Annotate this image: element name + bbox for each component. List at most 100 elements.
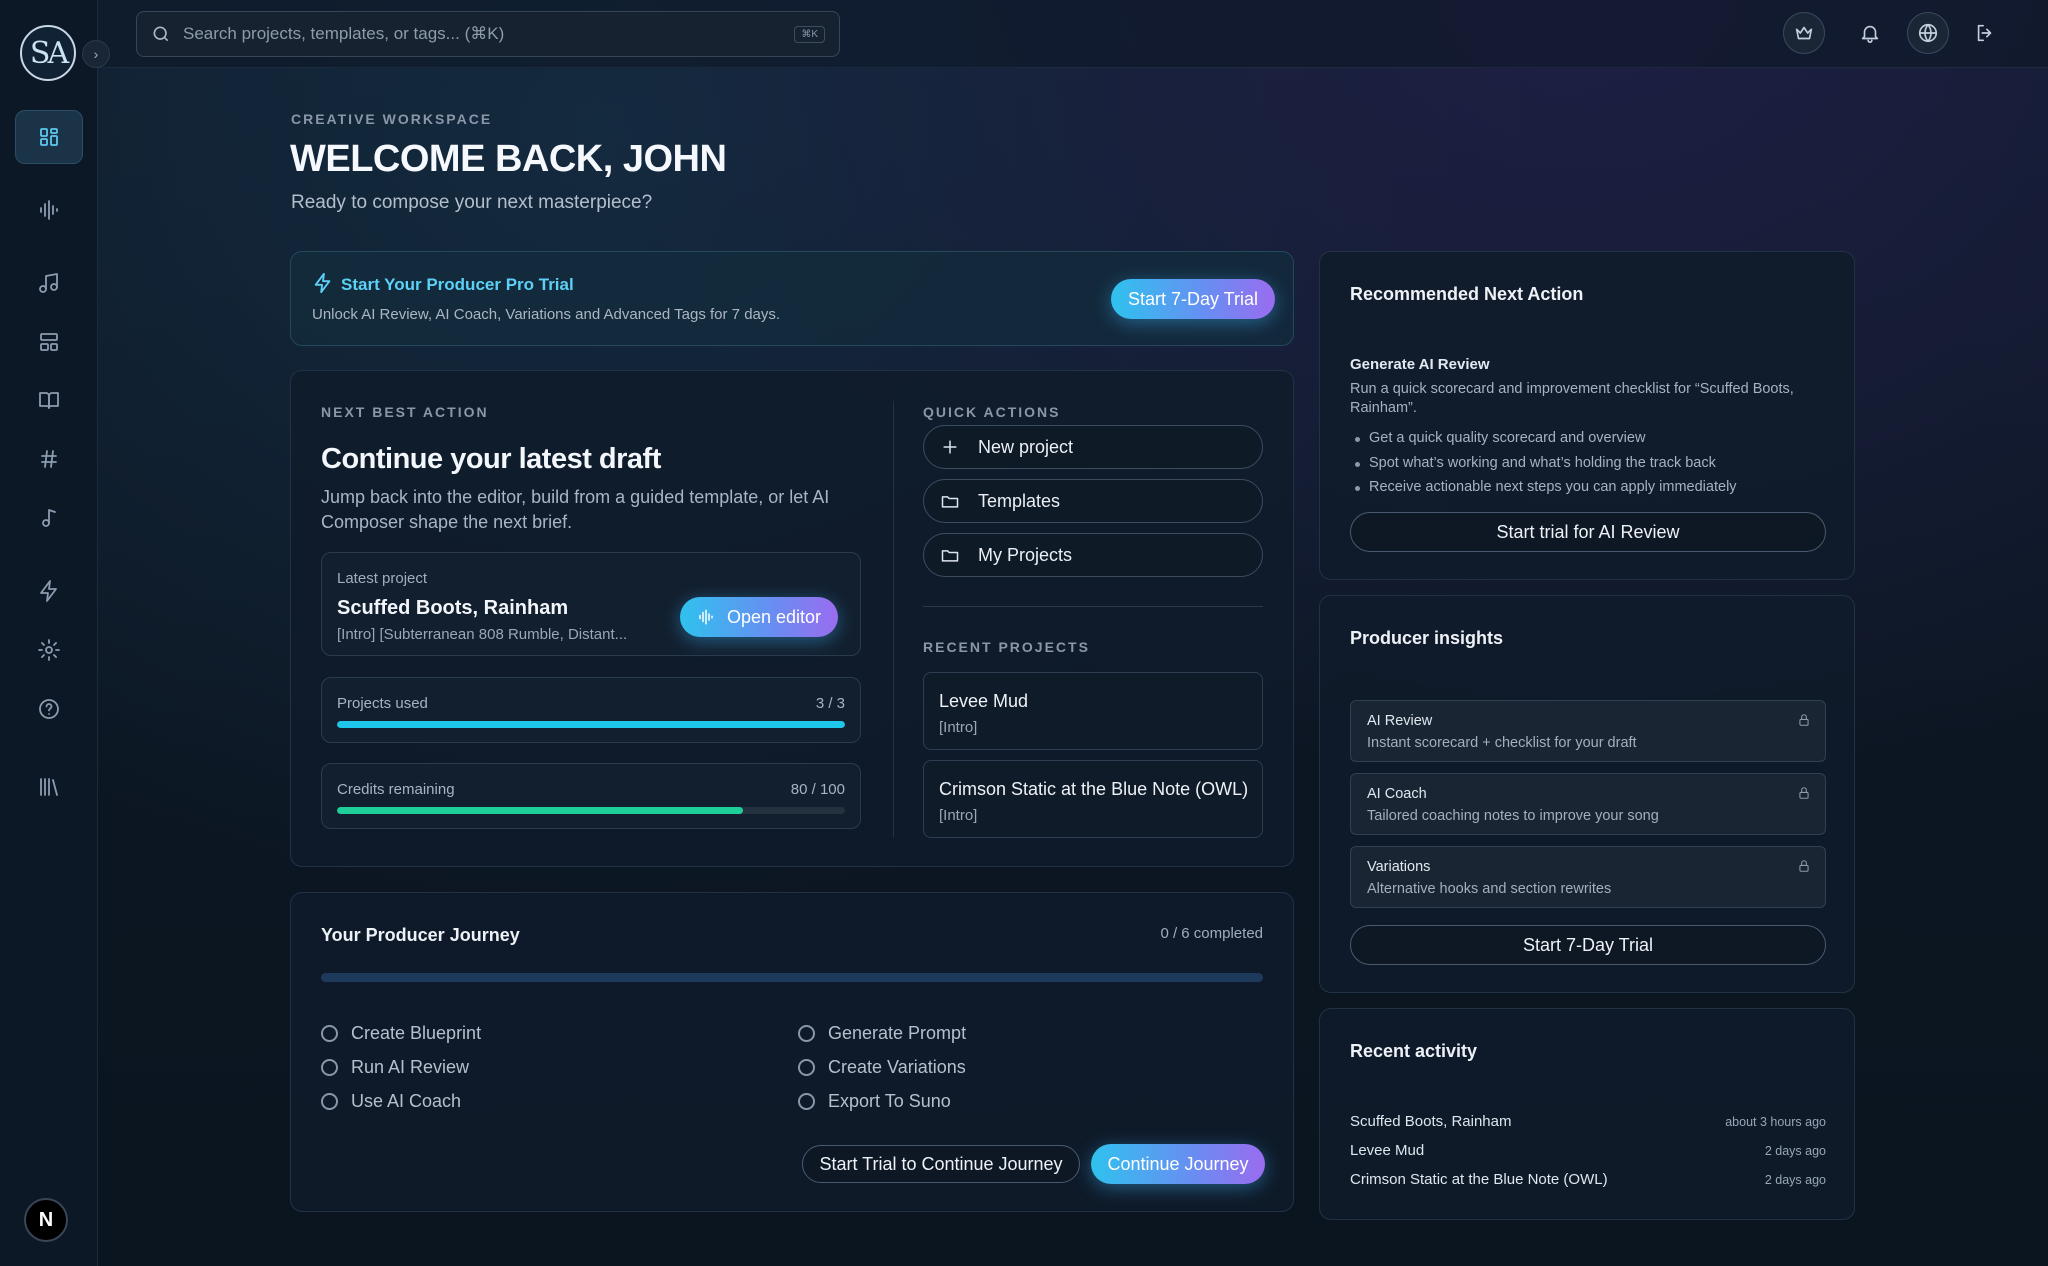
insight-title: AI Coach [1367,786,1427,802]
recent-project-title: Levee Mud [939,691,1029,711]
recent-project-item[interactable]: Crimson Static at the Blue Note (OWL) [I… [923,760,1263,838]
journey-step[interactable]: Run AI Review [321,1057,469,1078]
continue-journey-button[interactable]: Continue Journey [1091,1144,1265,1184]
trial-banner-title: Start Your Producer Pro Trial [341,275,574,294]
sidebar-collapse-button[interactable]: › [82,40,110,68]
step-circle-icon [321,1059,338,1076]
sidebar-item-note[interactable] [15,492,83,544]
step-circle-icon [798,1093,815,1110]
trial-banner: Start Your Producer Pro Trial Unlock AI … [290,251,1294,346]
activity-title: Recent activity [1350,1041,1478,1061]
projects-used-track [337,721,845,728]
step-circle-icon [798,1059,815,1076]
latest-project-name: Scuffed Boots, Rainham [337,597,569,619]
sidebar-item-dashboard[interactable] [15,110,83,164]
search-box[interactable]: ⌘K [136,11,840,57]
bullet-item: Receive actionable next steps you can ap… [1350,479,1737,504]
search-input[interactable] [183,24,795,44]
page-eyebrow: CREATIVE WORKSPACE [291,111,493,127]
projects-used-fill [337,721,845,728]
recommended-subheading: Generate AI Review [1350,356,1490,373]
journey-step[interactable]: Create Blueprint [321,1023,481,1044]
waveform-icon [699,609,713,625]
bolt-icon [314,272,331,294]
latest-project-label: Latest project [337,570,428,587]
folder-icon [941,496,959,508]
sidebar-item-help[interactable] [15,683,83,735]
globe-icon [1918,23,1938,43]
insight-subtitle: Alternative hooks and section rewrites [1367,881,1612,897]
journey-step[interactable]: Export To Suno [798,1091,951,1112]
folder-icon [941,550,959,562]
column-divider [893,401,894,837]
sidebar-item-power[interactable] [15,565,83,617]
recent-project-tag: [Intro] [939,719,978,736]
latest-project-tags: [Intro] [Subterranean 808 Rumble, Distan… [337,626,628,643]
producer-insights-card: Producer insights AI Review Instant scor… [1319,595,1855,993]
sidebar-item-templates[interactable] [15,316,83,368]
notifications-button[interactable] [1849,12,1891,54]
credits-value: 80 / 100 [790,781,845,798]
language-button[interactable] [1907,12,1949,54]
user-badge[interactable]: N [24,1198,68,1242]
new-project-label: New project [978,436,1074,457]
start-trial-journey-button[interactable]: Start Trial to Continue Journey [802,1145,1080,1183]
activity-row[interactable]: Crimson Static at the Blue Note (OWL) 2 … [1350,1171,1826,1188]
new-project-button[interactable]: New project [923,425,1263,469]
bolt-icon [40,580,57,602]
sidebar: SA N [0,0,98,1266]
my-projects-button[interactable]: My Projects [923,533,1263,577]
journey-count: 0 / 6 completed [1160,925,1263,942]
note-icon [42,509,56,527]
quick-actions-eyebrow: QUICK ACTIONS [923,404,1061,420]
logout-icon [1977,24,1992,42]
insight-subtitle: Instant scorecard + checklist for your d… [1367,735,1637,751]
bullet-item: Spot what’s working and what’s holding t… [1350,455,1737,480]
projects-used-label: Projects used [337,695,428,712]
upgrade-button[interactable] [1783,12,1825,54]
nba-description: Jump back into the editor, build from a … [321,487,830,532]
start-trial-button[interactable]: Start 7-Day Trial [1111,279,1275,319]
start-trial-ai-review-button[interactable]: Start trial for AI Review [1350,512,1826,552]
app-logo[interactable]: SA [20,25,76,81]
sidebar-item-music[interactable] [15,257,83,309]
book-icon [39,392,59,409]
open-editor-button[interactable]: Open editor [680,597,838,637]
sidebar-item-guide[interactable] [15,374,83,426]
page-title: WELCOME BACK, JOHN [290,138,727,180]
projects-used-meter: Projects used 3 / 3 [321,677,861,743]
recent-project-tag: [Intro] [939,807,978,824]
start-trial-insights-button[interactable]: Start 7-Day Trial [1350,925,1826,965]
logout-button[interactable] [1964,12,2006,54]
templates-button[interactable]: Templates [923,479,1263,523]
recent-project-title: Crimson Static at the Blue Note (OWL) [939,779,1249,799]
recommended-title: Recommended Next Action [1350,284,1584,304]
journey-progress-track [321,973,1263,982]
activity-row[interactable]: Scuffed Boots, Rainham about 3 hours ago [1350,1113,1826,1130]
sidebar-item-tags[interactable] [15,433,83,485]
insight-item[interactable]: Variations Alternative hooks and section… [1350,846,1826,908]
journey-step-label: Create Blueprint [351,1023,482,1043]
insight-title: Variations [1367,859,1431,875]
hash-icon [41,450,57,468]
activity-row[interactable]: Levee Mud 2 days ago [1350,1142,1826,1159]
activity-name: Levee Mud [1350,1142,1425,1159]
sidebar-item-settings[interactable] [15,624,83,676]
layout-icon [40,333,58,351]
insight-item[interactable]: AI Review Instant scorecard + checklist … [1350,700,1826,762]
grid-icon [40,128,58,146]
shortcut-hint: ⌘K [794,25,825,43]
journey-step-label: Run AI Review [351,1057,470,1077]
journey-step[interactable]: Create Variations [798,1057,966,1078]
journey-step[interactable]: Use AI Coach [321,1091,461,1112]
sidebar-item-waveform[interactable] [15,184,83,236]
bullet-item: Get a quick quality scorecard and overvi… [1350,430,1737,455]
lock-icon [1799,860,1809,872]
recent-project-item[interactable]: Levee Mud [Intro] [923,672,1263,750]
insight-subtitle: Tailored coaching notes to improve your … [1367,808,1659,824]
journey-step[interactable]: Generate Prompt [798,1023,966,1044]
sidebar-item-library[interactable] [15,761,83,813]
plus-icon [943,440,957,454]
insight-item[interactable]: AI Coach Tailored coaching notes to impr… [1350,773,1826,835]
recommended-bullets: Get a quick quality scorecard and overvi… [1350,430,1737,504]
